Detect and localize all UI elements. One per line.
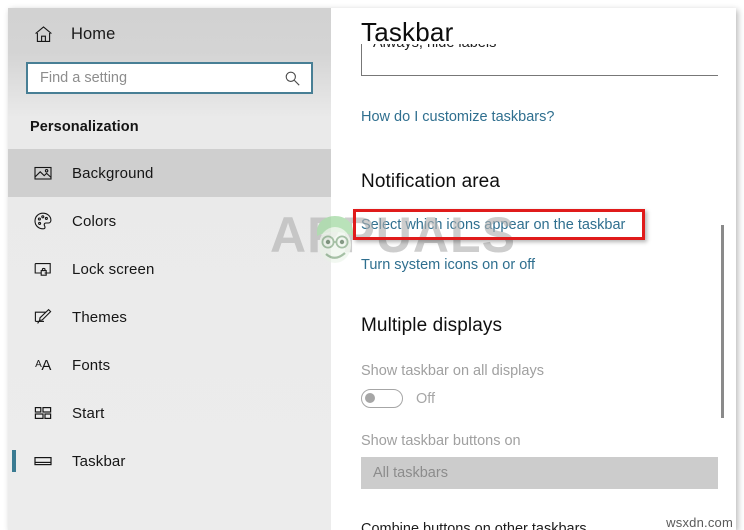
navigation-sidebar: Home Personalization xyxy=(8,8,331,530)
scroll-container: Always, hide labels How do I customize t… xyxy=(331,8,736,530)
sidebar-item-label: Start xyxy=(72,404,105,422)
sidebar-item-themes[interactable]: Themes xyxy=(8,293,331,341)
selection-indicator xyxy=(12,450,16,472)
category-label: Personalization xyxy=(30,119,139,135)
notification-area-heading: Notification area xyxy=(361,171,500,192)
start-tiles-icon xyxy=(32,402,54,424)
sidebar-item-background[interactable]: Background xyxy=(8,149,331,197)
sidebar-item-colors[interactable]: Colors xyxy=(8,197,331,245)
turn-system-icons-link[interactable]: Turn system icons on or off xyxy=(361,257,535,273)
customize-taskbars-help-link[interactable]: How do I customize taskbars? xyxy=(361,109,554,125)
toggle-state-label: Off xyxy=(416,390,436,407)
paintbrush-icon xyxy=(32,306,54,328)
show-taskbar-all-displays-toggle[interactable]: Off xyxy=(361,389,435,408)
combo-value: All taskbars xyxy=(373,465,448,481)
toggle-switch[interactable] xyxy=(361,389,403,408)
sidebar-item-home[interactable]: Home xyxy=(8,8,331,60)
toggle-knob xyxy=(365,393,375,403)
settings-window: Home Personalization xyxy=(8,8,736,530)
picture-icon xyxy=(32,162,54,184)
home-label: Home xyxy=(71,24,116,43)
search-icon[interactable] xyxy=(281,67,303,89)
settings-content-pane: Always, hide labels How do I customize t… xyxy=(331,8,736,530)
sidebar-item-label: Colors xyxy=(72,212,117,230)
search-box[interactable] xyxy=(26,62,313,94)
taskbar-icon xyxy=(32,450,54,472)
palette-icon xyxy=(32,210,54,232)
sidebar-item-taskbar[interactable]: Taskbar xyxy=(8,437,331,485)
source-watermark: wsxdn.com xyxy=(662,514,735,530)
sidebar-item-label: Themes xyxy=(72,308,128,326)
sidebar-item-lock-screen[interactable]: Lock screen xyxy=(8,245,331,293)
font-aa-icon: AA xyxy=(35,356,51,374)
sidebar-item-label: Taskbar xyxy=(72,452,126,470)
lock-screen-icon xyxy=(32,258,54,280)
sidebar-item-fonts[interactable]: AA Fonts xyxy=(8,341,331,389)
multiple-displays-heading: Multiple displays xyxy=(361,315,503,336)
sidebar-item-label: Fonts xyxy=(72,356,111,374)
sidebar-item-start[interactable]: Start xyxy=(8,389,331,437)
search-input[interactable] xyxy=(40,70,281,86)
combine-buttons-label: Combine buttons on other taskbars xyxy=(361,521,587,530)
show-taskbar-buttons-on-label: Show taskbar buttons on xyxy=(361,433,521,449)
scrollbar-thumb[interactable] xyxy=(721,225,724,418)
screenshot-root: Home Personalization xyxy=(0,0,744,530)
home-icon xyxy=(32,23,54,45)
page-title: Taskbar xyxy=(361,17,454,47)
sidebar-nav-list: Background Colors Lock screen Themes A A… xyxy=(8,149,331,485)
combine-buttons-combobox-clipped[interactable]: Always, hide labels xyxy=(361,44,718,76)
show-taskbar-all-displays-label: Show taskbar on all displays xyxy=(361,363,544,379)
taskbar-buttons-combobox[interactable]: All taskbars xyxy=(361,457,718,489)
sidebar-item-label: Background xyxy=(72,164,154,182)
select-which-icons-link[interactable]: Select which icons appear on the taskbar xyxy=(361,217,625,233)
sidebar-item-label: Lock screen xyxy=(72,260,155,278)
